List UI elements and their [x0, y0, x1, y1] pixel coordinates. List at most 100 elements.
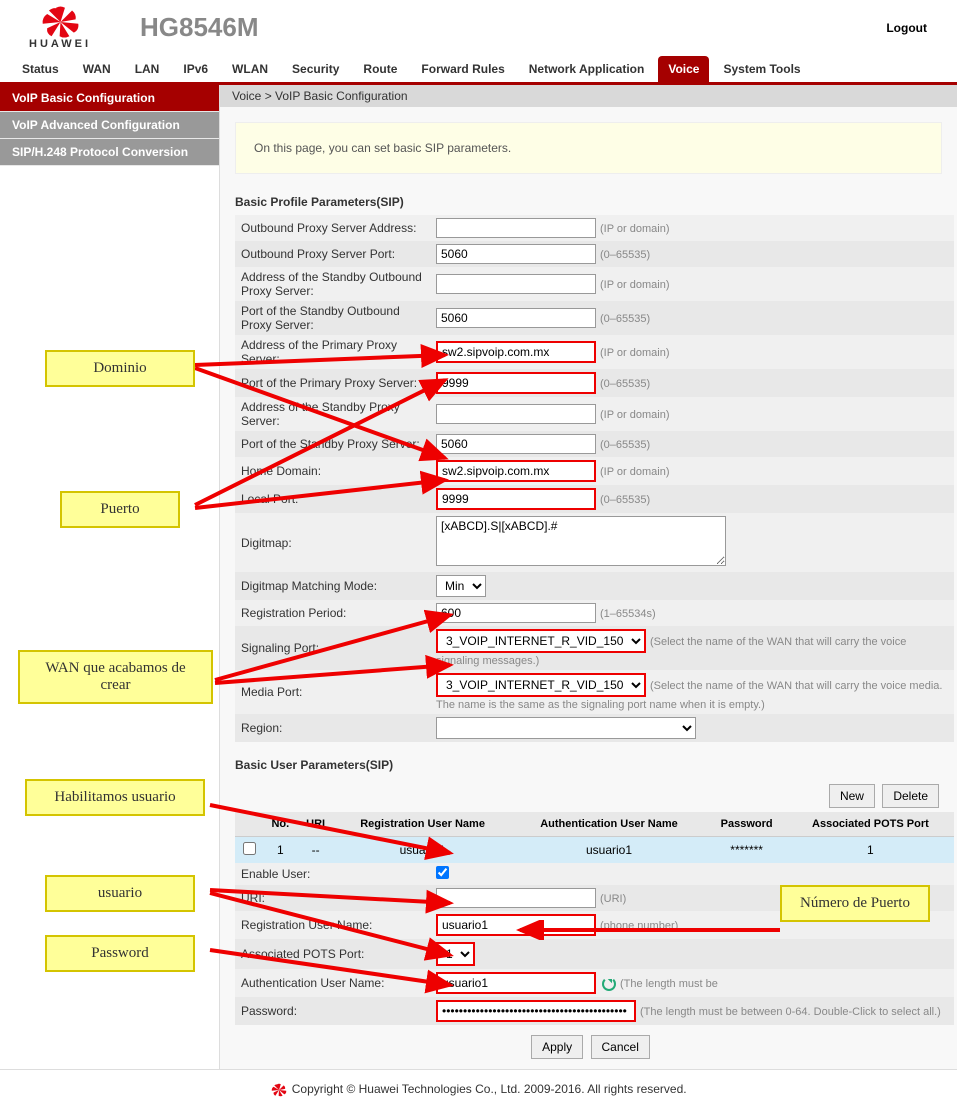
main-nav: StatusWANLANIPv6WLANSecurityRouteForward…	[0, 55, 957, 85]
hint: (phone number)	[600, 920, 678, 932]
hint: (IP or domain)	[600, 466, 670, 478]
outbound-port-input[interactable]	[436, 244, 596, 264]
hint: (0–65535)	[600, 378, 650, 390]
hint: (The length must be	[620, 978, 718, 990]
cell-uri: --	[298, 837, 334, 864]
hint: (1–65534s)	[600, 608, 656, 620]
enable-user-checkbox[interactable]	[436, 866, 449, 879]
signaling-select[interactable]: 3_VOIP_INTERNET_R_VID_1503	[436, 629, 646, 653]
huawei-petal-icon	[270, 1083, 288, 1097]
digitmap-input[interactable]: [xABCD].S|[xABCD].#	[436, 516, 726, 566]
sidebar-item[interactable]: SIP/H.248 Protocol Conversion	[0, 139, 219, 166]
hint: (0–65535)	[600, 249, 650, 261]
user-table: No.URIRegistration User NameAuthenticati…	[235, 812, 954, 863]
digitmap-mode-select[interactable]: Min	[436, 575, 486, 597]
nav-route[interactable]: Route	[353, 56, 407, 82]
primary-addr-input[interactable]	[436, 341, 596, 363]
password-label: Password:	[235, 997, 430, 1025]
hint: (0–65535)	[600, 439, 650, 451]
reg-period-label: Registration Period:	[235, 600, 430, 626]
row-checkbox[interactable]	[243, 842, 256, 855]
nav-ipv6[interactable]: IPv6	[173, 56, 218, 82]
delete-button[interactable]: Delete	[882, 784, 939, 808]
callout-wan: WAN que acabamos de crear	[18, 650, 213, 704]
signaling-label: Signaling Port:	[235, 626, 430, 670]
col-header: Authentication User Name	[512, 812, 707, 837]
media-label: Media Port:	[235, 670, 430, 714]
nav-voice[interactable]: Voice	[658, 56, 709, 82]
home-domain-input[interactable]	[436, 460, 596, 482]
col-header: Associated POTS Port	[787, 812, 954, 837]
region-select[interactable]	[436, 717, 696, 739]
primary-addr-label: Address of the Primary Proxy Server:	[235, 335, 430, 369]
sidebar-item[interactable]: VoIP Advanced Configuration	[0, 112, 219, 139]
table-row[interactable]: 1 -- usuario1 usuario1 ******* 1	[235, 837, 954, 864]
col-header: No.	[263, 812, 297, 837]
profile-form: Outbound Proxy Server Address: (IP or do…	[235, 215, 954, 742]
local-port-input[interactable]	[436, 488, 596, 510]
col-header: Password	[706, 812, 786, 837]
home-domain-label: Home Domain:	[235, 457, 430, 485]
callout-dominio: Dominio	[45, 350, 195, 387]
user-section-title: Basic User Parameters(SIP)	[220, 752, 957, 778]
logout-link[interactable]: Logout	[886, 21, 927, 35]
cell-port: 1	[787, 837, 954, 864]
hint: (IP or domain)	[600, 347, 670, 359]
huawei-petal-icon	[38, 6, 83, 38]
col-header: Registration User Name	[334, 812, 512, 837]
nav-wlan[interactable]: WLAN	[222, 56, 278, 82]
content: Voice > VoIP Basic Configuration On this…	[220, 85, 957, 1069]
huawei-logo: HUAWEI	[10, 6, 110, 50]
cell-reg: usuario1	[334, 837, 512, 864]
hint: (IP or domain)	[600, 223, 670, 235]
outbound-addr-input[interactable]	[436, 218, 596, 238]
info-box: On this page, you can set basic SIP para…	[235, 122, 942, 174]
profile-section-title: Basic Profile Parameters(SIP)	[220, 189, 957, 215]
standby-port-label: Port of the Standby Proxy Server:	[235, 431, 430, 457]
logo-text: HUAWEI	[29, 38, 91, 50]
breadcrumb: Voice > VoIP Basic Configuration	[220, 85, 957, 107]
standby-out-port-input[interactable]	[436, 308, 596, 328]
hint: (The length must be between 0-64. Double…	[640, 1006, 941, 1018]
standby-addr-input[interactable]	[436, 404, 596, 424]
nav-system-tools[interactable]: System Tools	[713, 56, 810, 82]
cell-pwd: *******	[706, 837, 786, 864]
nav-network-application[interactable]: Network Application	[519, 56, 655, 82]
nav-lan[interactable]: LAN	[125, 56, 170, 82]
local-port-label: Local Port:	[235, 485, 430, 513]
footer: Copyright © Huawei Technologies Co., Ltd…	[0, 1069, 957, 1109]
uri-label: URI:	[235, 885, 430, 911]
outbound-addr-label: Outbound Proxy Server Address:	[235, 215, 430, 241]
reg-period-input[interactable]	[436, 603, 596, 623]
nav-forward-rules[interactable]: Forward Rules	[411, 56, 514, 82]
digitmap-label: Digitmap:	[235, 513, 430, 572]
apply-button[interactable]: Apply	[531, 1035, 583, 1059]
callout-habilitamos: Habilitamos usuario	[25, 779, 205, 816]
standby-out-addr-input[interactable]	[436, 274, 596, 294]
media-select[interactable]: 3_VOIP_INTERNET_R_VID_1503	[436, 673, 646, 697]
pots-select[interactable]: 1	[436, 942, 475, 966]
nav-security[interactable]: Security	[282, 56, 349, 82]
callout-usuario: usuario	[45, 875, 195, 912]
auth-name-input[interactable]	[436, 972, 596, 994]
nav-status[interactable]: Status	[12, 56, 69, 82]
password-input[interactable]	[436, 1000, 636, 1022]
sidebar: VoIP Basic ConfigurationVoIP Advanced Co…	[0, 85, 220, 1069]
digitmap-mode-label: Digitmap Matching Mode:	[235, 572, 430, 600]
header: HUAWEI HG8546M Logout	[0, 0, 957, 50]
uri-input[interactable]	[436, 888, 596, 908]
primary-port-input[interactable]	[436, 372, 596, 394]
cancel-button[interactable]: Cancel	[591, 1035, 650, 1059]
new-button[interactable]: New	[829, 784, 875, 808]
reg-name-input[interactable]	[436, 914, 596, 936]
col-header: URI	[298, 812, 334, 837]
sidebar-item[interactable]: VoIP Basic Configuration	[0, 85, 219, 112]
nav-wan[interactable]: WAN	[73, 56, 121, 82]
primary-port-label: Port of the Primary Proxy Server:	[235, 369, 430, 397]
hint: (IP or domain)	[600, 279, 670, 291]
pots-label: Associated POTS Port:	[235, 939, 430, 969]
refresh-icon[interactable]	[602, 977, 616, 991]
cell-auth: usuario1	[512, 837, 707, 864]
enable-user-label: Enable User:	[235, 863, 430, 885]
standby-port-input[interactable]	[436, 434, 596, 454]
